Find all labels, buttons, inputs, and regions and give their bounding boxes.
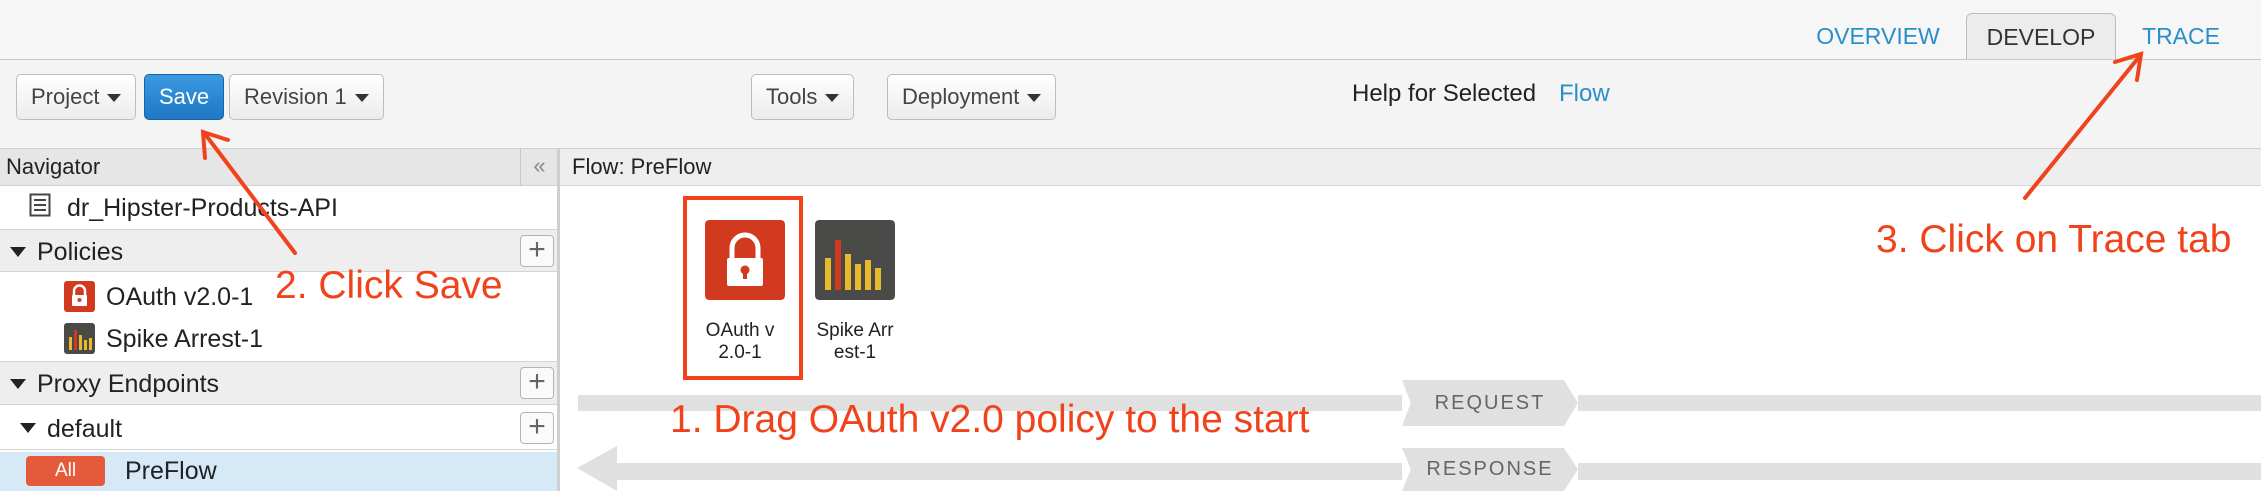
annotation-step3: 3. Click on Trace tab xyxy=(1876,218,2232,261)
chevron-down-icon xyxy=(1027,94,1042,103)
caret-down-icon xyxy=(10,247,26,257)
response-arrow-icon xyxy=(577,446,617,491)
proxy-endpoints-section[interactable]: Proxy Endpoints + xyxy=(0,361,557,405)
save-button[interactable]: Save xyxy=(144,74,225,120)
project-label: Project xyxy=(31,84,100,109)
chevron-down-icon xyxy=(107,94,122,103)
policy-name: Spike Arrest-1 xyxy=(106,325,264,353)
lock-icon xyxy=(64,281,95,312)
deployment-label: Deployment xyxy=(902,84,1020,109)
chevron-down-icon xyxy=(825,94,840,103)
add-policy-button[interactable]: + xyxy=(520,235,554,267)
policy-label-line: est-1 xyxy=(833,342,877,363)
flow-item-preflow[interactable]: All PreFlow xyxy=(0,452,557,491)
request-label: REQUEST xyxy=(1402,380,1578,426)
tab-overview[interactable]: OVERVIEW xyxy=(1802,13,1954,59)
chevron-down-icon xyxy=(354,94,369,103)
add-flow-button[interactable]: + xyxy=(520,412,554,444)
response-lane-end xyxy=(1578,463,2261,480)
endpoint-name: default xyxy=(47,415,123,443)
flow-header xyxy=(560,149,2261,186)
flow-name: PreFlow xyxy=(125,457,217,485)
spike-arrest-icon[interactable] xyxy=(815,220,895,300)
tools-label: Tools xyxy=(766,84,818,109)
document-list-icon xyxy=(29,193,51,217)
annotation-step2: 2. Click Save xyxy=(275,264,503,307)
flow-badge: All xyxy=(26,456,105,486)
flow-title: Flow: PreFlow xyxy=(572,154,712,179)
help-flow-link[interactable]: Flow xyxy=(1559,80,1610,108)
policy-label-line: Spike Arr xyxy=(816,320,894,341)
policy-label-line: 2.0-1 xyxy=(718,342,762,363)
panel-divider[interactable] xyxy=(557,149,560,491)
response-lane xyxy=(662,463,1402,480)
policy-name: OAuth v2.0-1 xyxy=(106,283,254,311)
help-for-selected-label: Help for Selected xyxy=(1352,80,1537,107)
endpoint-default[interactable]: default + xyxy=(0,408,557,450)
request-lane-start xyxy=(578,395,662,411)
deployment-dropdown[interactable]: Deployment xyxy=(887,74,1057,120)
annotation-step1: 1. Drag OAuth v2.0 policy to the start xyxy=(670,398,1310,441)
spike-arrest-policy-label: Spike Arr est-1 xyxy=(800,320,910,364)
add-proxy-endpoint-button[interactable]: + xyxy=(520,367,554,399)
caret-down-icon xyxy=(10,379,26,389)
response-label: RESPONSE xyxy=(1402,448,1578,491)
collapse-navigator-button[interactable]: « xyxy=(520,149,558,185)
spike-arrest-icon xyxy=(64,323,95,354)
tab-develop[interactable]: DEVELOP xyxy=(1966,13,2116,59)
policies-label: Policies xyxy=(37,238,124,266)
proxy-endpoints-label: Proxy Endpoints xyxy=(37,370,220,398)
oauth-policy-label: OAuth v 2.0-1 xyxy=(690,320,790,364)
policy-item-spike-arrest[interactable]: Spike Arrest-1 xyxy=(0,321,557,359)
request-lane-end xyxy=(1578,395,2261,411)
lock-icon[interactable] xyxy=(705,220,785,300)
revision-label: Revision 1 xyxy=(244,84,347,109)
policy-label-line: OAuth v xyxy=(705,320,775,341)
tools-dropdown[interactable]: Tools xyxy=(751,74,855,120)
revision-dropdown[interactable]: Revision 1 xyxy=(229,74,384,120)
proxy-name: dr_Hipster-Products-API xyxy=(67,194,338,222)
proxy-item[interactable]: dr_Hipster-Products-API xyxy=(0,188,557,228)
project-dropdown[interactable]: Project xyxy=(16,74,137,120)
navigator-title: Navigator xyxy=(6,154,101,179)
response-lane-start xyxy=(617,463,662,480)
caret-down-icon xyxy=(20,423,36,433)
tab-trace[interactable]: TRACE xyxy=(2130,13,2232,59)
